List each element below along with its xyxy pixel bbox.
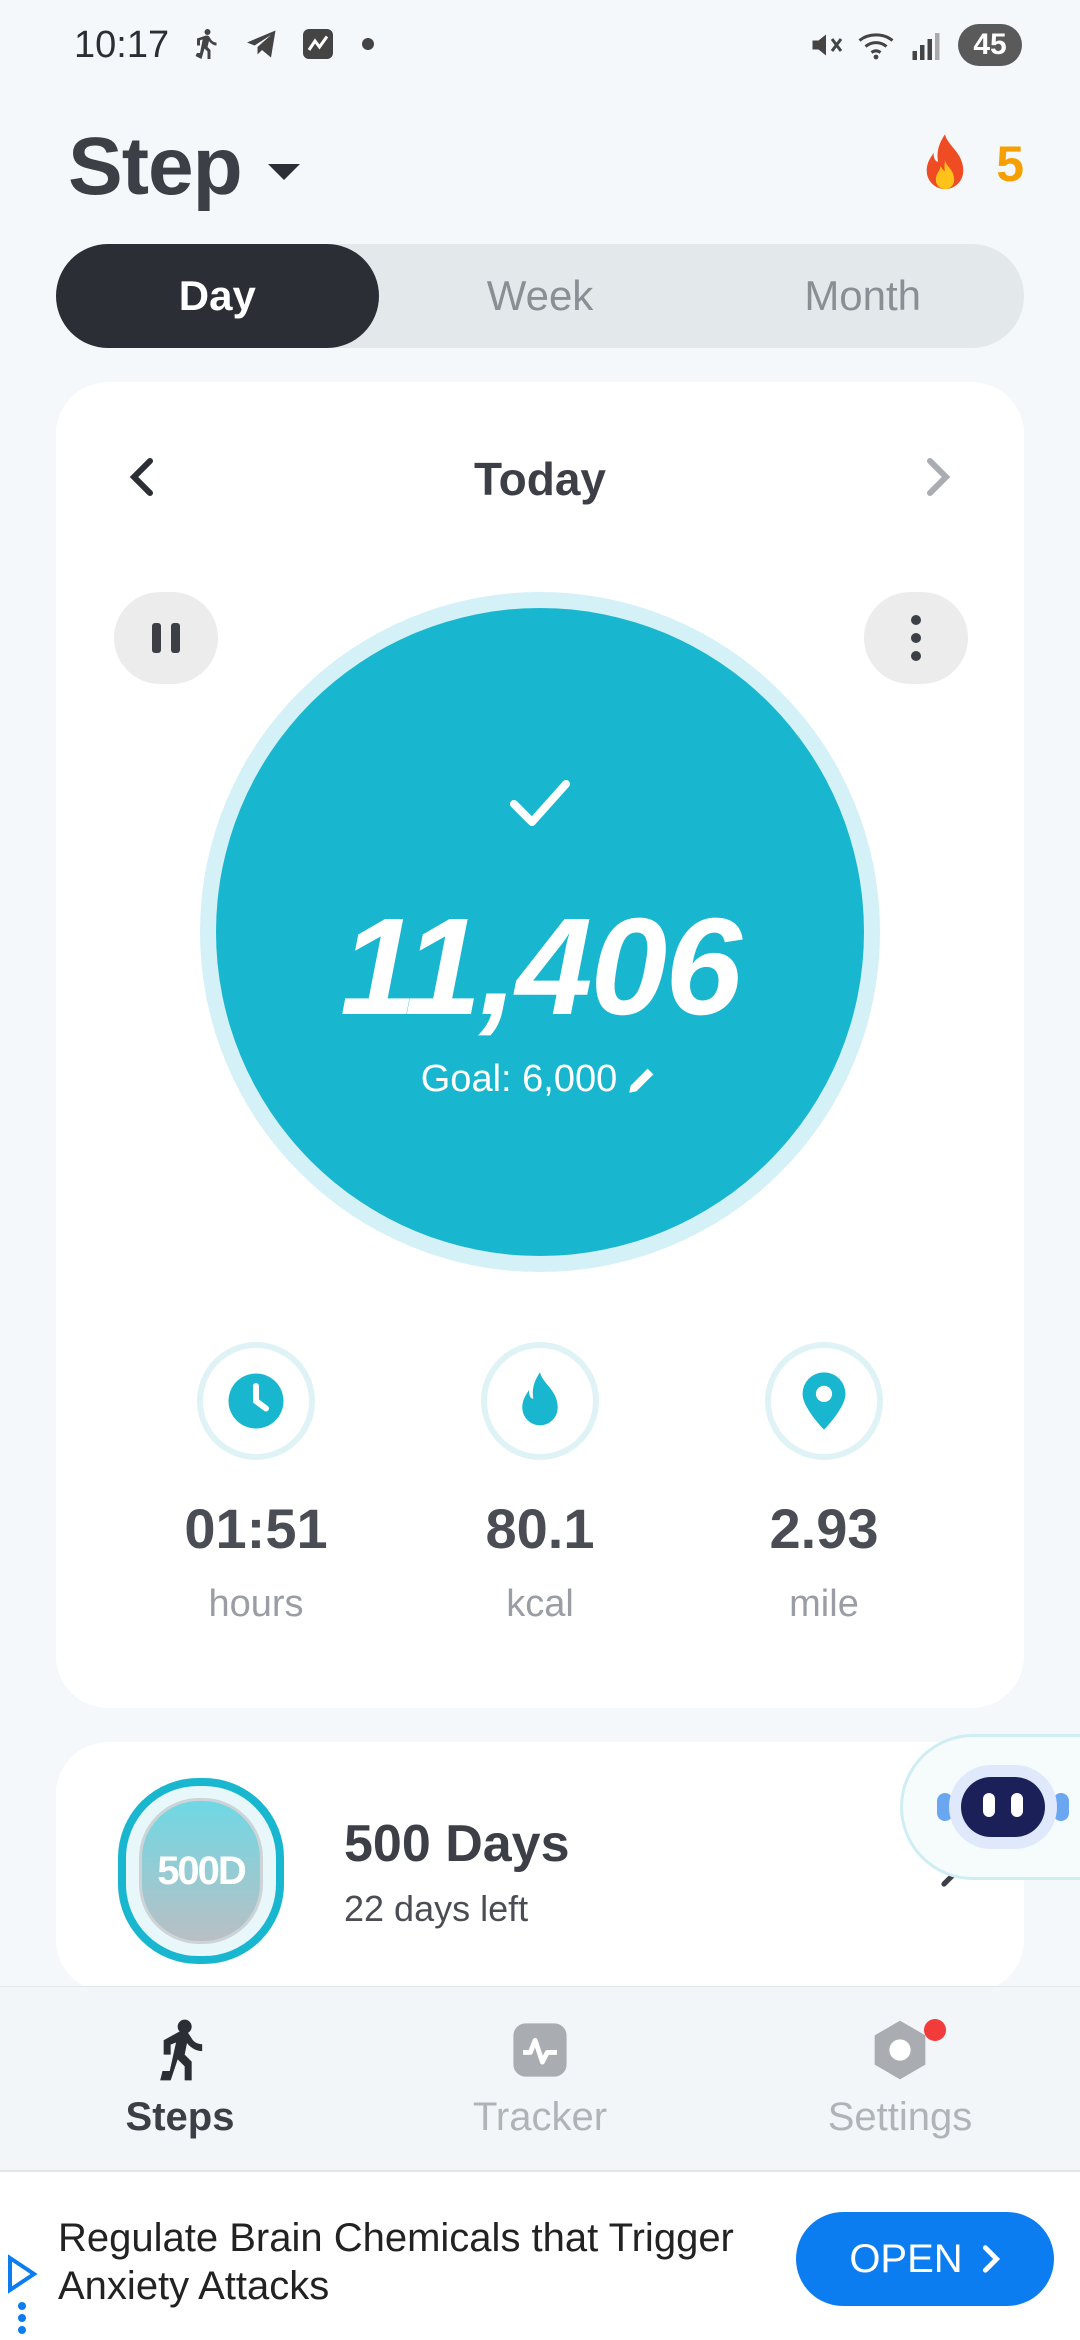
stat-duration-unit: hours <box>208 1583 304 1625</box>
page-title: Step <box>68 121 243 212</box>
achievement-card[interactable]: 500D 500 Days 22 days left <box>56 1742 1024 1992</box>
stat-calories-unit: kcal <box>506 1583 574 1625</box>
stat-distance: 2.93 mile <box>704 1342 944 1626</box>
caret-down-icon <box>267 164 300 180</box>
streak-counter[interactable]: 5 <box>916 132 1024 196</box>
streak-count: 5 <box>996 136 1024 192</box>
nav-settings-label: Settings <box>827 2095 973 2139</box>
checkmark-icon <box>510 780 570 826</box>
location-pin-icon <box>802 1372 846 1430</box>
status-system-icons: 45 <box>808 24 1022 66</box>
status-notifications <box>188 26 374 62</box>
step-progress-ring: 11,406 Goal: 6,000 <box>200 592 880 1272</box>
bottom-navigation: Steps Tracker Settings <box>0 1986 1080 2170</box>
nav-settings[interactable]: Settings <box>780 2015 1020 2140</box>
pause-button[interactable] <box>114 592 218 684</box>
date-label: Today <box>473 453 607 505</box>
date-navigator: Today <box>56 442 1024 512</box>
wifi-icon <box>858 33 894 60</box>
badge-500-days: 500D <box>139 1798 263 1944</box>
more-options-button[interactable] <box>864 592 968 684</box>
pencil-icon <box>629 1068 654 1093</box>
fire-icon <box>926 134 964 190</box>
ai-assistant-button[interactable] <box>900 1734 1080 1880</box>
nav-steps-label: Steps <box>125 2095 235 2139</box>
pause-icon <box>152 623 161 653</box>
settings-icon <box>874 2020 926 2080</box>
settings-notification-dot <box>924 2019 946 2041</box>
activity-icon <box>513 2023 567 2077</box>
step-count: 11,406 <box>340 890 742 1044</box>
stat-calories-value: 80.1 <box>485 1497 595 1560</box>
stat-distance-unit: mile <box>789 1583 859 1625</box>
ad-choices-icon[interactable] <box>6 2254 40 2334</box>
clock-icon <box>228 1373 284 1429</box>
tab-day[interactable]: Day <box>56 244 379 348</box>
app-notification-icon <box>303 29 333 59</box>
status-bar: 10:17 45 <box>0 0 1080 96</box>
walking-icon <box>160 2019 203 2081</box>
status-time: 10:17 <box>74 24 170 66</box>
stat-duration-value: 01:51 <box>184 1497 328 1560</box>
achievement-badge: 500D <box>118 1778 284 1964</box>
battery-indicator: 45 <box>958 24 1022 66</box>
ad-open-label: OPEN <box>849 2236 963 2281</box>
stat-calories: 80.1 kcal <box>420 1342 660 1626</box>
walking-status-icon <box>195 29 217 59</box>
telegram-icon <box>247 30 276 58</box>
period-segmented-control: Day Week Month <box>56 244 1024 348</box>
more-notifications-dot <box>362 38 374 50</box>
goal-label: Goal: 6,000 <box>420 1058 618 1100</box>
chevron-right-icon <box>982 2245 1000 2273</box>
tab-week[interactable]: Week <box>379 244 702 348</box>
ad-open-button[interactable]: OPEN <box>796 2212 1054 2306</box>
stat-duration: 01:51 hours <box>136 1342 376 1626</box>
nav-tracker[interactable]: Tracker <box>420 2015 660 2140</box>
vibrate-icon <box>812 34 843 56</box>
achievement-subtitle: 22 days left <box>344 1888 529 1929</box>
nav-tracker-label: Tracker <box>472 2095 608 2139</box>
chevron-right-icon <box>927 458 951 496</box>
robot-icon <box>937 1765 1069 1849</box>
daily-steps-card: Today 11,406 Goal: 6,000 01:51 hours 80.… <box>56 382 1024 1708</box>
more-vertical-icon <box>911 615 921 625</box>
ad-text: Regulate Brain Chemicals that Trigger An… <box>58 2216 734 2308</box>
ad-banner[interactable]: Regulate Brain Chemicals that Trigger An… <box>0 2170 1080 2340</box>
flame-icon <box>522 1372 558 1426</box>
tab-month[interactable]: Month <box>701 244 1024 348</box>
step-mode-selector[interactable]: Step <box>68 120 300 214</box>
signal-icon <box>912 33 940 60</box>
next-day-button[interactable] <box>914 452 964 502</box>
nav-steps[interactable]: Steps <box>60 2015 300 2140</box>
step-progress-circle: 11,406 Goal: 6,000 <box>216 608 864 1256</box>
goal-edit[interactable]: Goal: 6,000 <box>216 1058 864 1101</box>
achievement-title: 500 Days <box>344 1815 570 1873</box>
stat-distance-value: 2.93 <box>769 1497 879 1560</box>
